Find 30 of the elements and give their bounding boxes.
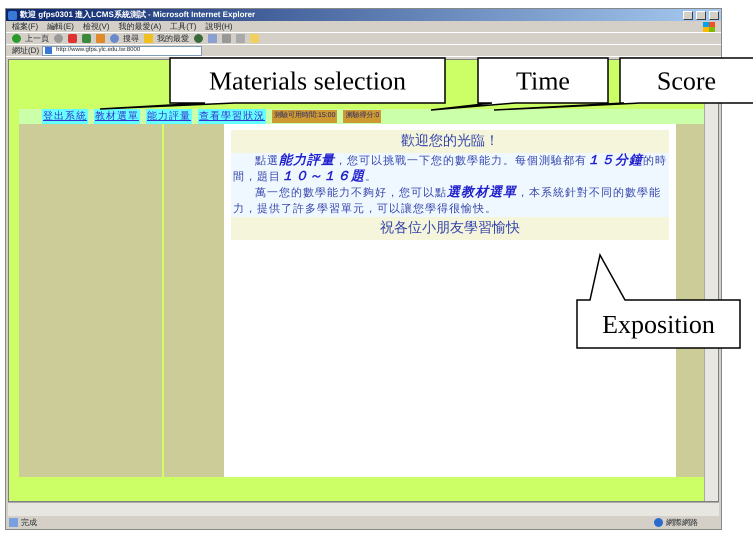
maximize-button[interactable]: [696, 10, 706, 20]
search-label[interactable]: 搜尋: [123, 32, 139, 44]
nav-link[interactable]: 登出系統: [42, 109, 88, 124]
welcome-paragraph: 萬一您的數學能力不夠好，您可以點選教材選單，本系統針對不同的數學能力，提供了許多學習單元，可以讓您學得很愉快。: [232, 185, 662, 217]
menu-item[interactable]: 編輯(E): [47, 20, 74, 32]
zone-text: 網際網路: [666, 516, 698, 528]
minimize-button[interactable]: [683, 10, 693, 20]
nav-link[interactable]: 教材選單: [94, 109, 140, 124]
callout-label: Time: [516, 66, 570, 96]
nav-link[interactable]: 能力評量: [146, 109, 192, 124]
address-label: 網址(D): [12, 44, 40, 56]
menu-item[interactable]: 檔案(F): [12, 20, 38, 32]
menu-item[interactable]: 我的最愛(A): [118, 20, 162, 32]
callout-label: Materials selection: [208, 66, 406, 96]
back-label[interactable]: 上一頁: [25, 32, 49, 44]
welcome-title: 歡迎您的光臨！: [231, 130, 669, 153]
windows-logo-icon: [703, 22, 715, 32]
nav-link[interactable]: 查看學習狀況: [198, 109, 266, 124]
horizontal-scrollbar[interactable]: [8, 502, 719, 516]
menu-item[interactable]: 工具(T): [170, 20, 196, 32]
callout-label: Score: [656, 66, 716, 96]
menu-item[interactable]: 檢視(V): [82, 20, 110, 32]
status-text: 完成: [21, 516, 38, 528]
favorites-label[interactable]: 我的最愛: [157, 32, 189, 44]
callout-label: Exposition: [602, 310, 715, 339]
welcome-paragraph: 點選能力評量，您可以挑戰一下您的數學能力。每個測驗都有１５分鐘的時間，題目１０～１６題。: [232, 153, 668, 185]
menu-item[interactable]: 說明(H): [205, 20, 233, 32]
closing-text: 祝各位小朋友學習愉快: [231, 217, 669, 240]
close-button[interactable]: [709, 10, 719, 20]
window-title: 歡迎 gfps0301 進入LCMS系統測試 - Microsoft Internet Explorer: [20, 9, 256, 21]
